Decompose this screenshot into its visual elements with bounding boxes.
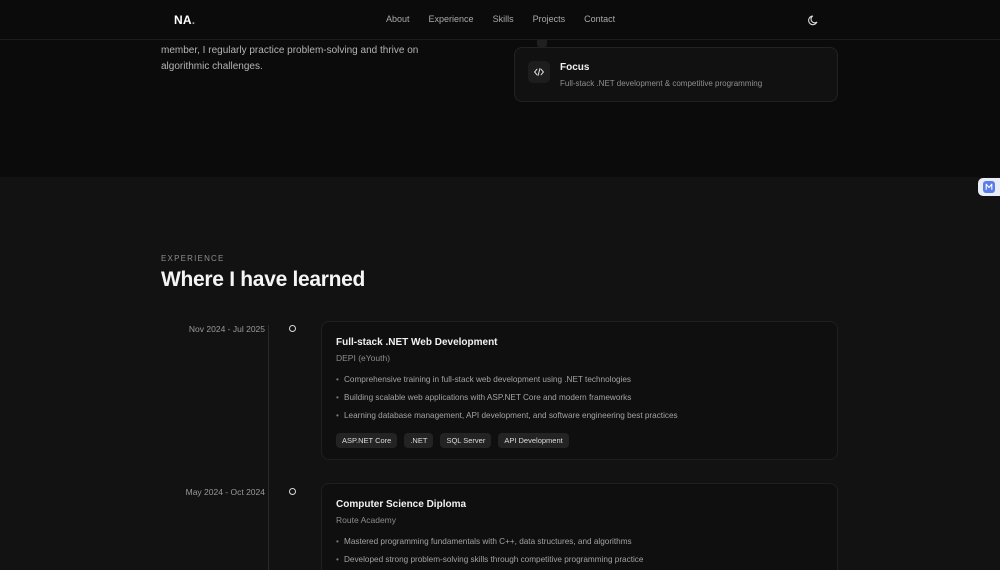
focus-card: Focus Full-stack .NET development & comp… (514, 47, 838, 102)
nav-links: About Experience Skills Projects Contact (386, 14, 615, 24)
nav-link-contact[interactable]: Contact (584, 14, 615, 24)
brand-logo[interactable]: NA. (174, 13, 195, 27)
list-item: • Building scalable web applications with… (336, 393, 632, 402)
timeline-line (268, 325, 269, 570)
experience-org: Route Academy (336, 515, 397, 525)
about-text: member, I regularly practice problem-sol… (161, 45, 419, 72)
nav-link-about[interactable]: About (386, 14, 410, 24)
tech-tag: API Development (498, 433, 569, 448)
theme-toggle-button[interactable] (806, 12, 822, 28)
experience-card: Full-stack .NET Web Development DEPI (eY… (321, 321, 838, 460)
section-title: Where I have learned (161, 268, 366, 291)
experience-title: Computer Science Diploma (336, 499, 467, 510)
nav-link-projects[interactable]: Projects (533, 14, 566, 24)
experience-org: DEPI (eYouth) (336, 353, 391, 363)
navbar: NA. About Experience Skills Projects Con… (0, 0, 1000, 40)
tech-tag: .NET (404, 433, 434, 448)
list-item: • Developed strong problem-solving skills… (336, 555, 644, 564)
experience-bullets: • Comprehensive training in full-stack we… (336, 375, 826, 429)
moon-icon (808, 15, 818, 26)
experience-card: Computer Science Diploma Route Academy •… (321, 483, 838, 570)
focus-description: Full-stack .NET development & competitiv… (560, 79, 763, 88)
experience-bullets: • Mastered programming fundamentals with … (336, 537, 826, 570)
experience-title: Full-stack .NET Web Development (336, 337, 498, 348)
nav-link-experience[interactable]: Experience (429, 14, 474, 24)
experience-section: EXPERIENCE Where I have learned Nov 2024… (0, 177, 1000, 570)
list-item: • Comprehensive training in full-stack we… (336, 375, 632, 384)
section-eyebrow: EXPERIENCE (161, 254, 225, 263)
list-item: • Mastered programming fundamentals with … (336, 537, 632, 546)
timeline-date: Nov 2024 - Jul 2025 (188, 324, 265, 334)
tech-tag: ASP.NET Core (336, 433, 398, 448)
nav-link-skills[interactable]: Skills (493, 14, 514, 24)
assistant-icon (983, 181, 995, 193)
timeline-dot (289, 325, 296, 332)
code-icon (528, 61, 550, 83)
focus-title: Focus (560, 62, 590, 73)
timeline-date: May 2024 - Oct 2024 (185, 487, 265, 497)
timeline-dot (289, 488, 296, 495)
tech-tags: ASP.NET Core .NET SQL Server API Develop… (336, 433, 569, 448)
side-widget-button[interactable] (978, 178, 1000, 196)
tech-tag: SQL Server (440, 433, 492, 448)
card-edge (537, 40, 547, 47)
about-section: member, I regularly practice problem-sol… (0, 40, 1000, 177)
list-item: • Learning database management, API devel… (336, 411, 678, 420)
